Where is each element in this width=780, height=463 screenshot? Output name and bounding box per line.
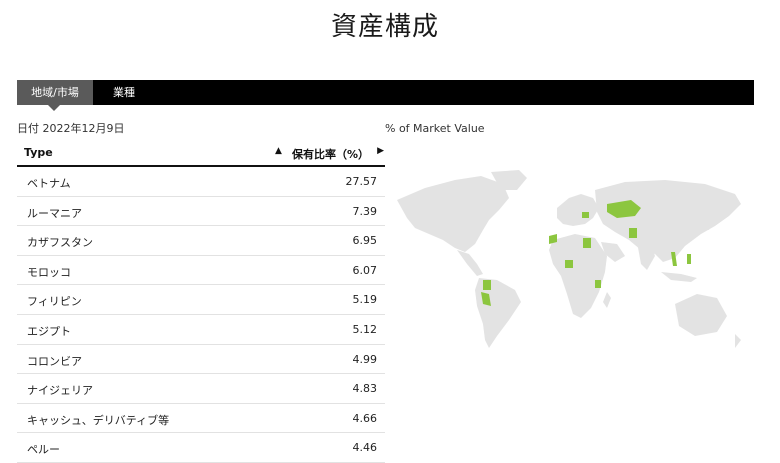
row-value: 4.46	[352, 441, 378, 455]
row-name: エジプト	[27, 324, 71, 338]
table-row: ルーマニア 7.39	[17, 197, 385, 227]
row-value: 5.12	[352, 322, 378, 336]
table-header: Type ▲ 保有比率（%） ▶	[17, 140, 385, 167]
table-row: ベトナム 27.57	[17, 167, 385, 197]
map-country-colombia	[483, 280, 491, 290]
row-value: 27.57	[345, 175, 378, 188]
page-title: 資産構成	[330, 12, 439, 42]
tab-bar: 地域/市場 業種	[17, 80, 754, 111]
row-name: ペルー	[27, 443, 60, 457]
row-name: コロンビア	[27, 354, 82, 368]
column-header-ratio[interactable]: 保有比率（%）	[292, 146, 369, 162]
table-row: エジプト 5.12	[17, 315, 385, 345]
row-value: 4.99	[352, 352, 378, 366]
row-value: 4.66	[352, 411, 378, 425]
table-row: キャッシュ、デリバティブ等 4.66	[17, 404, 385, 434]
table-row: フィリピン 5.19	[17, 285, 385, 315]
map-country-philippines	[687, 254, 691, 264]
row-name: フィリピン	[27, 295, 82, 309]
row-name: モロッコ	[27, 265, 71, 279]
map-country-pakistan	[629, 228, 637, 238]
row-name: キャッシュ、デリバティブ等	[27, 413, 170, 427]
table-row: ナイジェリア 4.83	[17, 374, 385, 404]
row-value: 7.39	[352, 204, 378, 218]
column-header-type[interactable]: Type	[24, 146, 53, 159]
map-title: % of Market Value	[385, 122, 485, 135]
sort-ascending-icon[interactable]: ▲	[275, 146, 282, 156]
world-map	[397, 170, 741, 348]
map-country-romania	[582, 212, 589, 218]
table-row: コロンビア 4.99	[17, 345, 385, 375]
map-country-kenya	[595, 280, 601, 288]
as-of-date: 日付 2022年12月9日	[17, 122, 125, 135]
table-row: カザフスタン 6.95	[17, 226, 385, 256]
row-value: 5.19	[352, 293, 378, 307]
map-country-nigeria	[565, 260, 573, 268]
row-value: 6.95	[352, 234, 378, 248]
row-name: カザフスタン	[27, 236, 93, 250]
sort-right-icon[interactable]: ▶	[377, 146, 384, 156]
row-name: ベトナム	[27, 177, 71, 190]
row-name: ナイジェリア	[27, 384, 93, 398]
tab-sector[interactable]: 業種	[109, 80, 139, 105]
row-name: ルーマニア	[27, 206, 82, 220]
table-row: ペルー 4.46	[17, 433, 385, 463]
holdings-table: Type ▲ 保有比率（%） ▶ ベトナム 27.57 ルーマニア 7.39 カザフ…	[17, 140, 385, 463]
tab-region-market[interactable]: 地域/市場	[17, 80, 93, 111]
row-value: 4.83	[352, 382, 378, 396]
row-value: 6.07	[352, 263, 378, 277]
map-country-egypt	[583, 238, 591, 248]
table-row: モロッコ 6.07	[17, 256, 385, 286]
